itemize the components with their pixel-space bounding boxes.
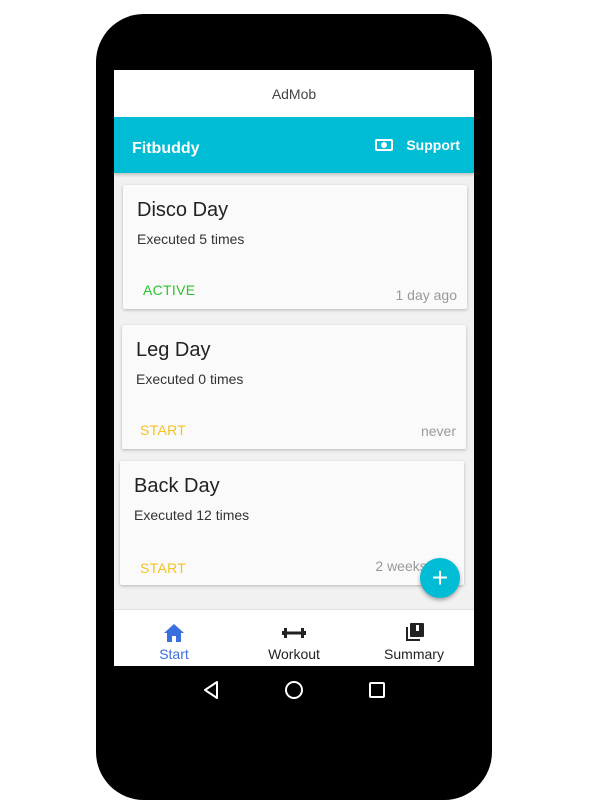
workout-card[interactable]: Disco Day Executed 5 times ACTIVE 1 day … xyxy=(123,185,467,309)
home-button-icon[interactable] xyxy=(282,678,306,702)
dumbbell-icon xyxy=(282,622,306,644)
workout-action-button[interactable]: START xyxy=(140,560,186,576)
workout-executed: Executed 12 times xyxy=(134,507,250,523)
workout-title: Back Day xyxy=(134,475,220,497)
workout-card[interactable]: Leg Day Executed 0 times START never xyxy=(122,325,466,449)
back-icon[interactable] xyxy=(199,678,223,702)
ad-banner[interactable]: AdMob xyxy=(114,70,474,117)
workout-last-time: 1 day ago xyxy=(395,287,458,303)
app-screen: AdMob Fitbuddy Support Disco Day Execute… xyxy=(114,70,474,666)
support-label: Support xyxy=(406,137,460,153)
workout-action-button[interactable]: START xyxy=(140,422,186,438)
workout-action-button[interactable]: ACTIVE xyxy=(143,282,195,298)
app-bar: Fitbuddy Support xyxy=(114,117,474,173)
nav-start[interactable]: Start xyxy=(114,610,234,666)
workout-executed: Executed 0 times xyxy=(136,371,244,387)
nav-summary[interactable]: Summary xyxy=(354,610,474,666)
money-icon xyxy=(375,139,394,151)
nav-label: Workout xyxy=(268,646,320,662)
workout-executed: Executed 5 times xyxy=(137,231,245,247)
workout-title: Leg Day xyxy=(136,339,211,361)
add-workout-button[interactable]: + xyxy=(420,558,460,598)
system-nav-bar xyxy=(114,666,474,714)
nav-label: Summary xyxy=(384,646,444,662)
workout-title: Disco Day xyxy=(137,199,229,221)
library-icon xyxy=(402,622,426,644)
nav-workout[interactable]: Workout xyxy=(234,610,354,666)
app-title: Fitbuddy xyxy=(132,140,200,157)
home-icon xyxy=(162,622,186,644)
nav-label: Start xyxy=(159,646,189,662)
workout-last-time: never xyxy=(420,423,456,439)
bottom-navigation: Start Workout Summary xyxy=(114,609,474,666)
plus-icon: + xyxy=(431,562,449,593)
support-button[interactable]: Support xyxy=(375,133,460,157)
workout-card[interactable]: Back Day Executed 12 times START 2 weeks… xyxy=(120,461,464,585)
recents-icon[interactable] xyxy=(365,678,389,702)
